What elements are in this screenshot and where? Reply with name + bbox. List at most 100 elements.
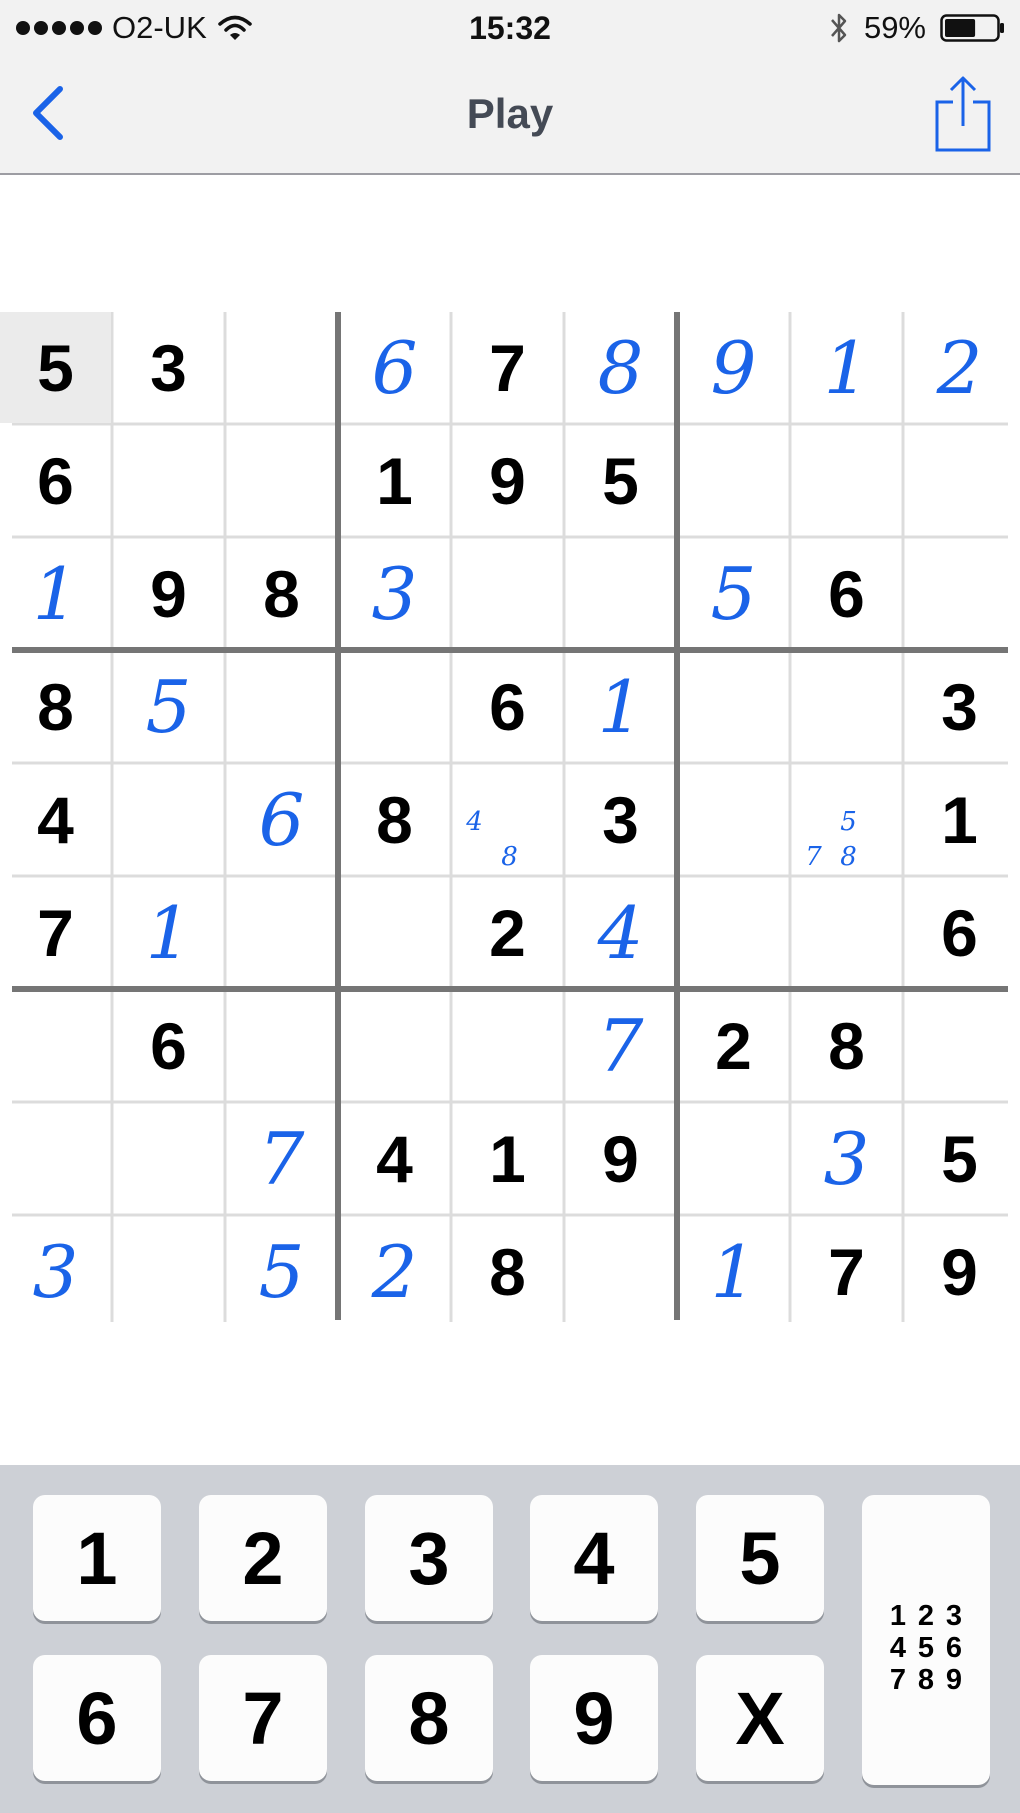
sudoku-cell[interactable]: 2 [904, 312, 1015, 423]
sudoku-cell[interactable]: 8 [791, 990, 902, 1101]
sudoku-cell[interactable]: 7 [452, 312, 563, 423]
sudoku-cell[interactable] [113, 425, 224, 536]
sudoku-cell[interactable]: 1 [565, 651, 676, 762]
sudoku-cell[interactable]: 5 [678, 538, 789, 649]
sudoku-cell[interactable] [678, 764, 789, 875]
sudoku-cell[interactable] [678, 1103, 789, 1214]
key-1[interactable]: 1 [33, 1495, 161, 1621]
key-3[interactable]: 3 [365, 1495, 493, 1621]
sudoku-cell[interactable] [339, 990, 450, 1101]
key-2[interactable]: 2 [199, 1495, 327, 1621]
sudoku-cell[interactable]: 6 [904, 877, 1015, 988]
sudoku-cell[interactable]: 4 [565, 877, 676, 988]
sudoku-cell[interactable]: 4 [339, 1103, 450, 1214]
sudoku-cell[interactable] [339, 877, 450, 988]
sudoku-cell[interactable] [339, 651, 450, 762]
sudoku-cell[interactable]: 3 [904, 651, 1015, 762]
sudoku-cell[interactable] [904, 538, 1015, 649]
sudoku-cell[interactable]: 1 [904, 764, 1015, 875]
sudoku-cell[interactable]: 1 [791, 312, 902, 423]
sudoku-cell[interactable] [791, 877, 902, 988]
sudoku-cell[interactable]: 3 [0, 1216, 111, 1327]
sudoku-cell[interactable] [904, 425, 1015, 536]
sudoku-cell[interactable] [678, 651, 789, 762]
key-5[interactable]: 5 [696, 1495, 824, 1621]
sudoku-cell[interactable] [0, 1103, 111, 1214]
sudoku-cell[interactable] [904, 990, 1015, 1101]
sudoku-cell[interactable] [565, 1216, 676, 1327]
sudoku-cell[interactable]: 2 [339, 1216, 450, 1327]
notes-mode-toggle[interactable]: 1 2 3 4 5 6 7 8 9 [862, 1495, 990, 1785]
sudoku-cell[interactable]: 9 [452, 425, 563, 536]
status-right: 59% [828, 8, 1006, 48]
sudoku-cell[interactable]: 5 [904, 1103, 1015, 1214]
sudoku-cell[interactable]: 9 [904, 1216, 1015, 1327]
sudoku-cell[interactable]: 6 [0, 425, 111, 536]
sudoku-cell[interactable] [113, 1216, 224, 1327]
sudoku-cell[interactable]: 4 [0, 764, 111, 875]
sudoku-cell[interactable]: 6 [113, 990, 224, 1101]
sudoku-cell[interactable] [791, 651, 902, 762]
key-8[interactable]: 8 [365, 1655, 493, 1781]
sudoku-cell[interactable] [791, 425, 902, 536]
sudoku-cell[interactable]: 7 [0, 877, 111, 988]
sudoku-cell[interactable]: 1 [113, 877, 224, 988]
sudoku-cell[interactable]: 9 [565, 1103, 676, 1214]
sudoku-cell[interactable]: 7 [226, 1103, 337, 1214]
key-4[interactable]: 4 [530, 1495, 658, 1621]
sudoku-cell[interactable]: 9 [678, 312, 789, 423]
sudoku-cell[interactable]: 1 [0, 538, 111, 649]
clear-key[interactable]: X [696, 1655, 824, 1781]
sudoku-cell[interactable]: 8 [339, 764, 450, 875]
sudoku-cell[interactable] [226, 651, 337, 762]
share-button[interactable] [930, 72, 996, 156]
sudoku-cell[interactable]: 1 [678, 1216, 789, 1327]
pencil-marks: 578 [791, 764, 902, 875]
sudoku-cell[interactable]: 5 [113, 651, 224, 762]
sudoku-cell[interactable]: 7 [791, 1216, 902, 1327]
sudoku-cell[interactable]: 5 [565, 425, 676, 536]
sudoku-cell[interactable] [565, 538, 676, 649]
pencil-mark: 8 [501, 841, 518, 872]
sudoku-cell[interactable] [678, 425, 789, 536]
given-digit: 8 [376, 782, 413, 857]
sudoku-cell[interactable]: 3 [339, 538, 450, 649]
sudoku-cell[interactable] [0, 990, 111, 1101]
sudoku-cell[interactable]: 8 [226, 538, 337, 649]
sudoku-cell[interactable] [678, 877, 789, 988]
sudoku-cell[interactable]: 3 [113, 312, 224, 423]
entered-digit: 1 [145, 890, 192, 975]
sudoku-cell[interactable]: 8 [452, 1216, 563, 1327]
sudoku-cell[interactable] [226, 312, 337, 423]
sudoku-cell[interactable]: 3 [565, 764, 676, 875]
sudoku-cell[interactable]: 8 [565, 312, 676, 423]
sudoku-cell[interactable]: 6 [791, 538, 902, 649]
sudoku-cell[interactable] [452, 990, 563, 1101]
sudoku-cell[interactable]: 578 [791, 764, 902, 875]
sudoku-cell[interactable] [226, 990, 337, 1101]
sudoku-cell[interactable] [226, 425, 337, 536]
sudoku-cell[interactable] [113, 1103, 224, 1214]
entered-digit: 6 [371, 325, 418, 410]
given-digit: 6 [37, 443, 74, 518]
sudoku-cell[interactable] [226, 877, 337, 988]
sudoku-cell[interactable]: 3 [791, 1103, 902, 1214]
sudoku-cell[interactable]: 6 [226, 764, 337, 875]
sudoku-cell[interactable]: 7 [565, 990, 676, 1101]
sudoku-cell[interactable]: 1 [452, 1103, 563, 1214]
key-6[interactable]: 6 [33, 1655, 161, 1781]
sudoku-cell[interactable]: 1 [339, 425, 450, 536]
key-7[interactable]: 7 [199, 1655, 327, 1781]
sudoku-cell[interactable] [452, 538, 563, 649]
sudoku-cell[interactable]: 8 [0, 651, 111, 762]
sudoku-cell[interactable]: 48 [452, 764, 563, 875]
sudoku-cell[interactable]: 2 [678, 990, 789, 1101]
sudoku-cell[interactable]: 5 [226, 1216, 337, 1327]
sudoku-cell[interactable]: 2 [452, 877, 563, 988]
key-9[interactable]: 9 [530, 1655, 658, 1781]
sudoku-cell[interactable]: 9 [113, 538, 224, 649]
sudoku-cell[interactable]: 5 [0, 312, 111, 423]
sudoku-cell[interactable] [113, 764, 224, 875]
sudoku-cell[interactable]: 6 [452, 651, 563, 762]
sudoku-cell[interactable]: 6 [339, 312, 450, 423]
